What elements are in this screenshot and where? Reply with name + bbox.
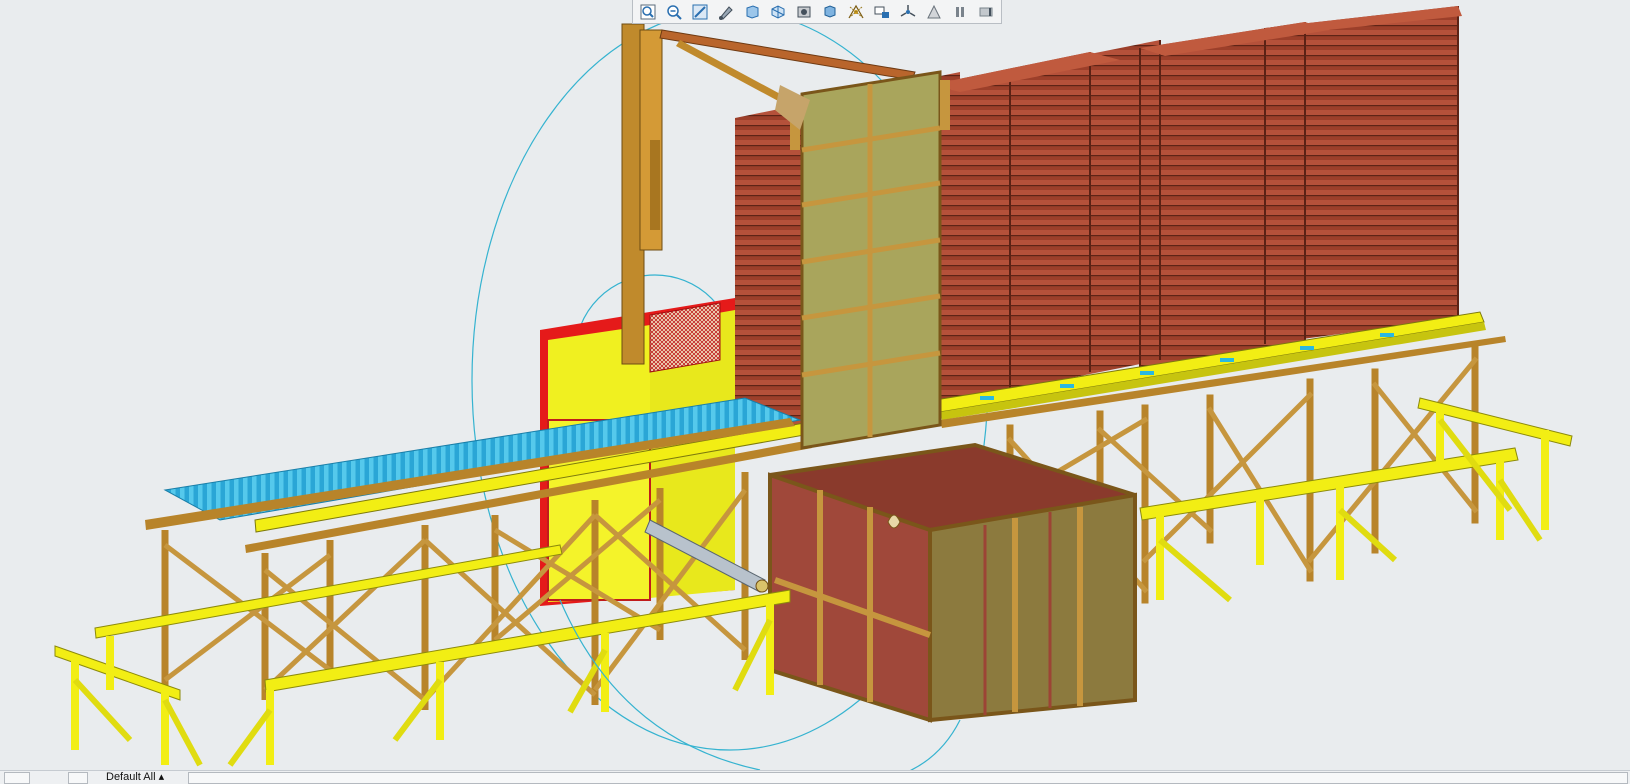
next-button[interactable] [975,2,997,22]
appearance-icon [927,4,941,18]
datum-display-button[interactable] [845,2,867,22]
next-icon [979,7,993,16]
zoom-window-icon [640,4,656,19]
3d-assembly-model[interactable] [0,0,1630,770]
named-view-button[interactable] [819,2,841,22]
repaint-icon [719,5,733,20]
status-toggle-button[interactable] [68,772,88,784]
spin-center-button[interactable] [897,2,919,22]
graphics-toolbar [632,0,1002,24]
display-style-icon [746,4,759,19]
pause-icon [956,6,964,17]
saved-views-icon [771,4,785,19]
zoom-out-button[interactable] [663,2,685,22]
zoom-out-icon [667,4,682,20]
zoom-window-button[interactable] [637,2,659,22]
view-manager-button[interactable] [793,2,815,22]
status-cell [4,772,30,784]
datum-display-icon [848,4,864,18]
annotation-display-button[interactable] [871,2,893,22]
model-viewport[interactable] [0,0,1630,770]
refit-icon [692,4,708,19]
pause-button[interactable] [949,2,971,22]
named-view-icon [824,4,836,18]
view-tab[interactable]: Default All ▴ [106,771,164,784]
right-guard-rails [1139,397,1573,603]
tipping-door [775,70,950,450]
message-area [188,772,1628,784]
spin-center-icon [900,4,916,17]
refit-button[interactable] [689,2,711,22]
dump-bin [768,442,1137,723]
display-style-button[interactable] [741,2,763,22]
saved-views-button[interactable] [767,2,789,22]
view-manager-icon [797,6,811,17]
status-bar: Default All ▴ [0,770,1630,784]
annotation-display-icon [874,6,889,18]
repaint-button[interactable] [715,2,737,22]
appearance-button[interactable] [923,2,945,22]
